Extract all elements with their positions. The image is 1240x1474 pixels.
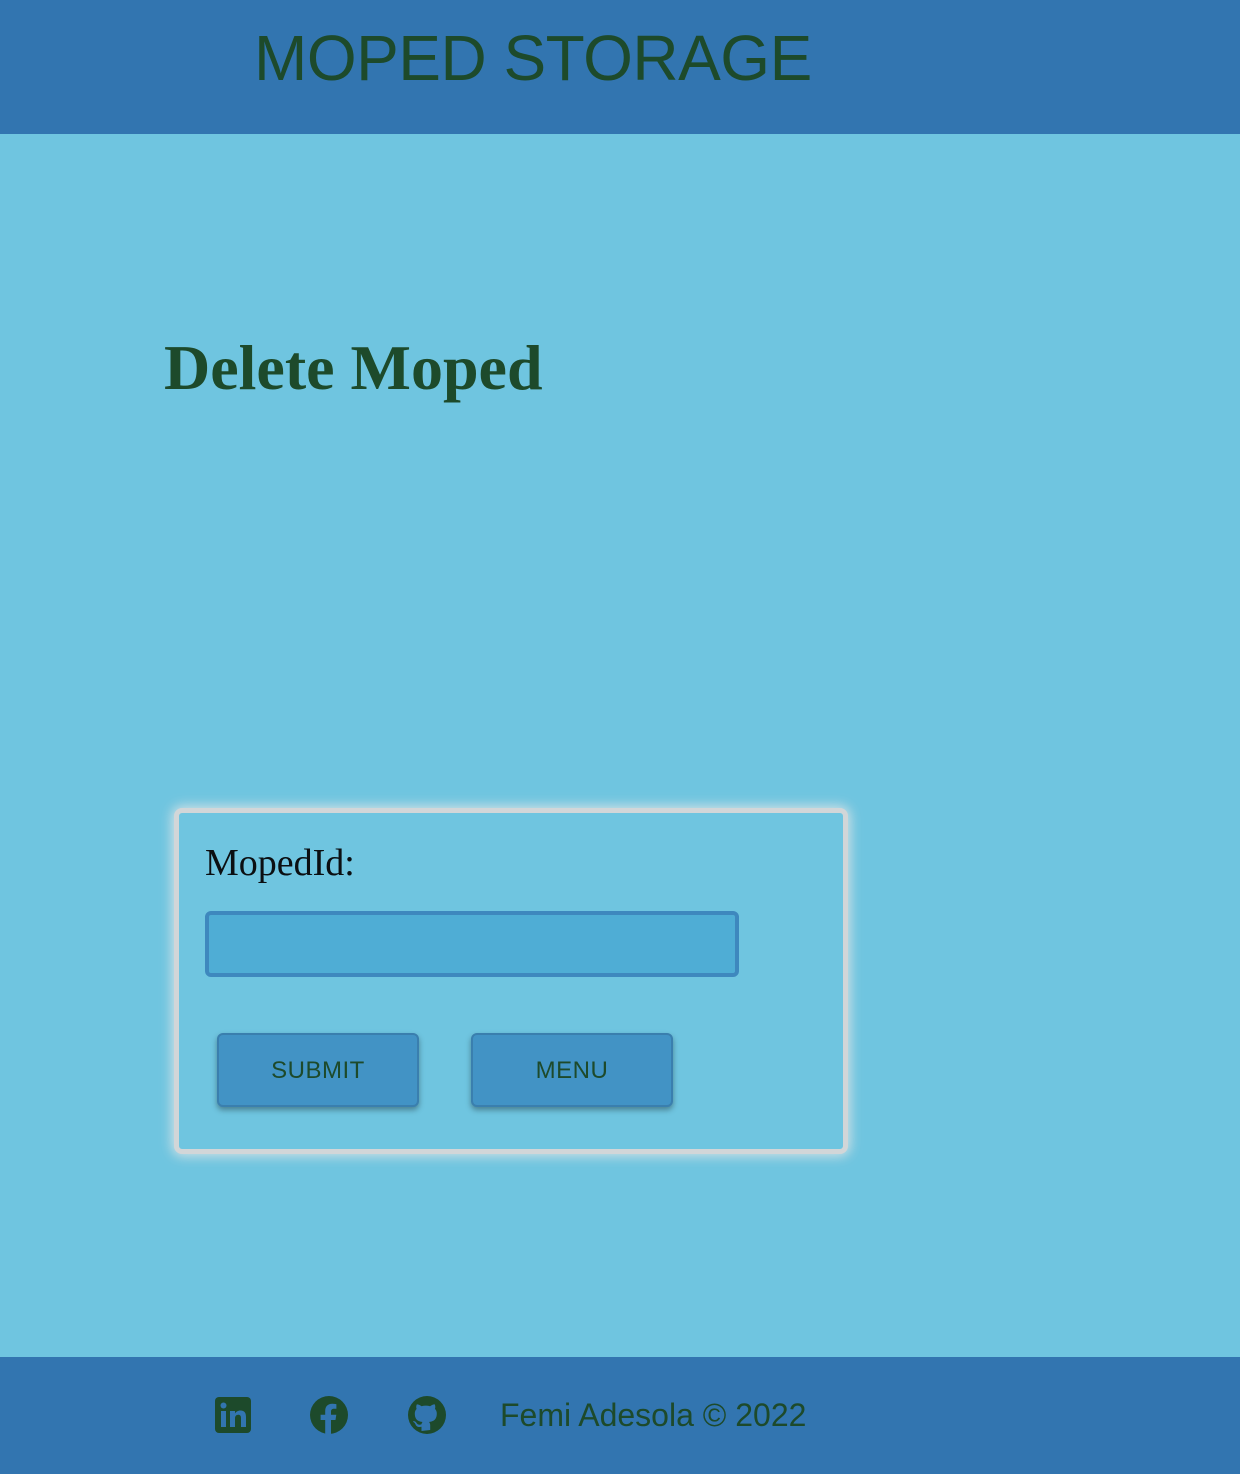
menu-button[interactable]: MENU xyxy=(471,1033,673,1107)
footer-credit: Femi Adesola © 2022 xyxy=(500,1397,807,1433)
github-icon[interactable] xyxy=(407,1395,447,1435)
linkedin-icon[interactable] xyxy=(213,1395,253,1435)
moped-id-label: MopedId: xyxy=(205,842,355,884)
page-title: Delete Moped xyxy=(164,332,543,403)
moped-id-input[interactable] xyxy=(205,911,739,977)
app-header: MOPED STORAGE xyxy=(0,0,1240,134)
submit-button[interactable]: SUBMIT xyxy=(217,1033,419,1107)
facebook-icon[interactable] xyxy=(309,1395,349,1435)
delete-moped-form: MopedId: SUBMIT MENU xyxy=(174,808,848,1154)
app-footer: Femi Adesola © 2022 xyxy=(0,1357,1240,1474)
app-title: MOPED STORAGE xyxy=(254,22,812,94)
main-content: Delete Moped MopedId: SUBMIT MENU xyxy=(0,134,1240,1357)
